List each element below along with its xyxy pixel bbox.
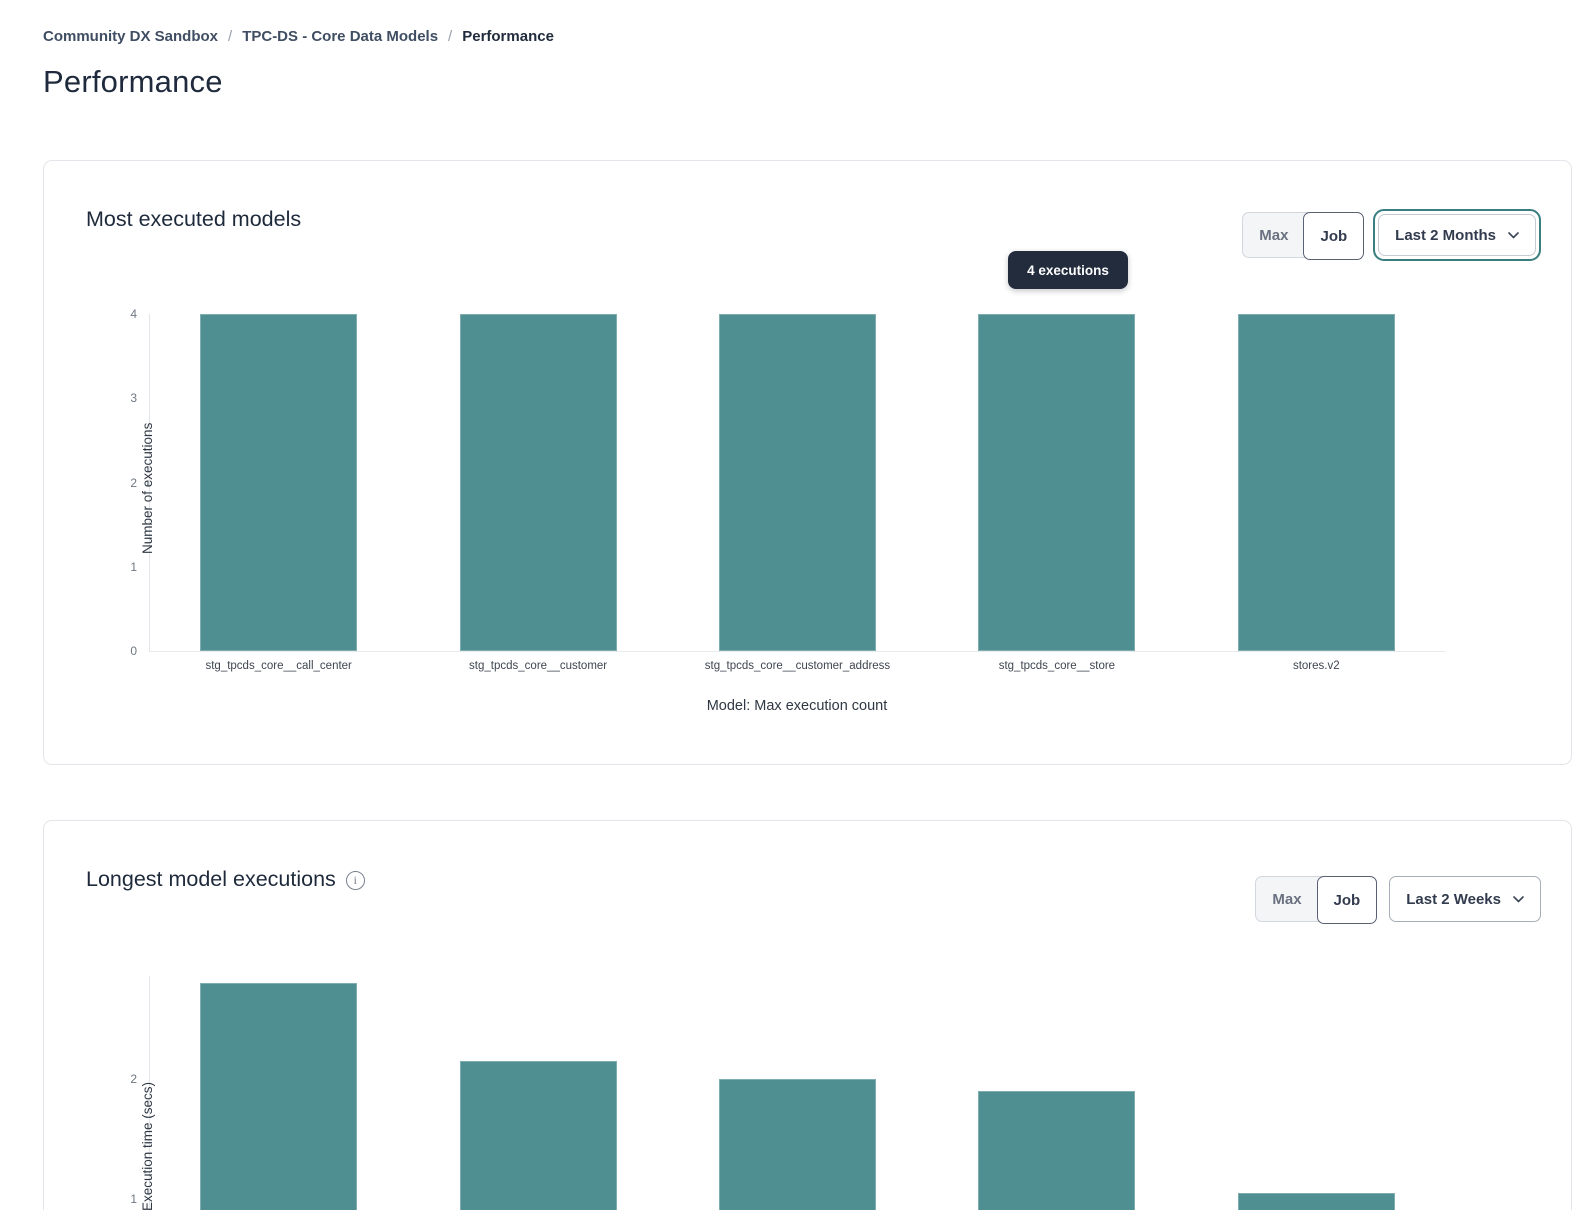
longest-model-executions-chart: 12 — [44, 821, 1571, 1210]
breadcrumb: Community DX Sandbox / TPC-DS - Core Dat… — [43, 28, 554, 45]
chart-tooltip: 4 executions — [1008, 251, 1128, 289]
x-tick-label: stg_tpcds_core__store — [999, 660, 1115, 672]
breadcrumb-link-project[interactable]: TPC-DS - Core Data Models — [242, 28, 438, 45]
bar[interactable] — [719, 314, 876, 651]
breadcrumb-current: Performance — [462, 28, 554, 45]
breadcrumb-separator: / — [228, 28, 232, 45]
x-tick-label: stores.v2 — [1293, 660, 1340, 672]
page-title: Performance — [43, 64, 223, 100]
bar[interactable] — [1238, 314, 1395, 651]
y-tick-label: 2 — [103, 476, 137, 490]
performance-page: Community DX Sandbox / TPC-DS - Core Dat… — [0, 0, 1584, 1210]
y-tick-label: 2 — [103, 1072, 137, 1086]
x-tick-label: stg_tpcds_core__customer_address — [705, 660, 890, 672]
y-tick-label: 1 — [103, 1192, 137, 1206]
y-tick-label: 0 — [103, 644, 137, 658]
y-tick-label: 1 — [103, 560, 137, 574]
y-axis-title: Execution time (secs) — [140, 1082, 155, 1210]
y-tick-label: 4 — [103, 307, 137, 321]
bar[interactable] — [978, 314, 1135, 651]
bar[interactable] — [200, 314, 357, 651]
breadcrumb-link-account[interactable]: Community DX Sandbox — [43, 28, 218, 45]
y-axis-title: Number of executions — [140, 423, 155, 554]
most-executed-models-chart: 0 1 2 3 4 stg_tpcds_core__call_center stg_tpcd… — [44, 161, 1571, 764]
y-tick-label: 3 — [103, 391, 137, 405]
bar[interactable] — [460, 314, 617, 651]
card-longest-model-executions: Longest model executions i Max Job Last … — [43, 820, 1572, 1210]
x-tick-label: stg_tpcds_core__customer — [469, 660, 607, 672]
bar[interactable] — [460, 1061, 617, 1210]
bar[interactable] — [1238, 1193, 1395, 1210]
bar[interactable] — [719, 1079, 876, 1210]
x-tick-label: stg_tpcds_core__call_center — [205, 660, 351, 672]
bar[interactable] — [200, 983, 357, 1210]
x-axis-line — [149, 651, 1446, 652]
bar[interactable] — [978, 1091, 1135, 1210]
x-axis-title: Model: Max execution count — [707, 698, 888, 714]
breadcrumb-separator: / — [448, 28, 452, 45]
card-most-executed-models: Most executed models Max Job Last 2 Mont… — [43, 160, 1572, 765]
